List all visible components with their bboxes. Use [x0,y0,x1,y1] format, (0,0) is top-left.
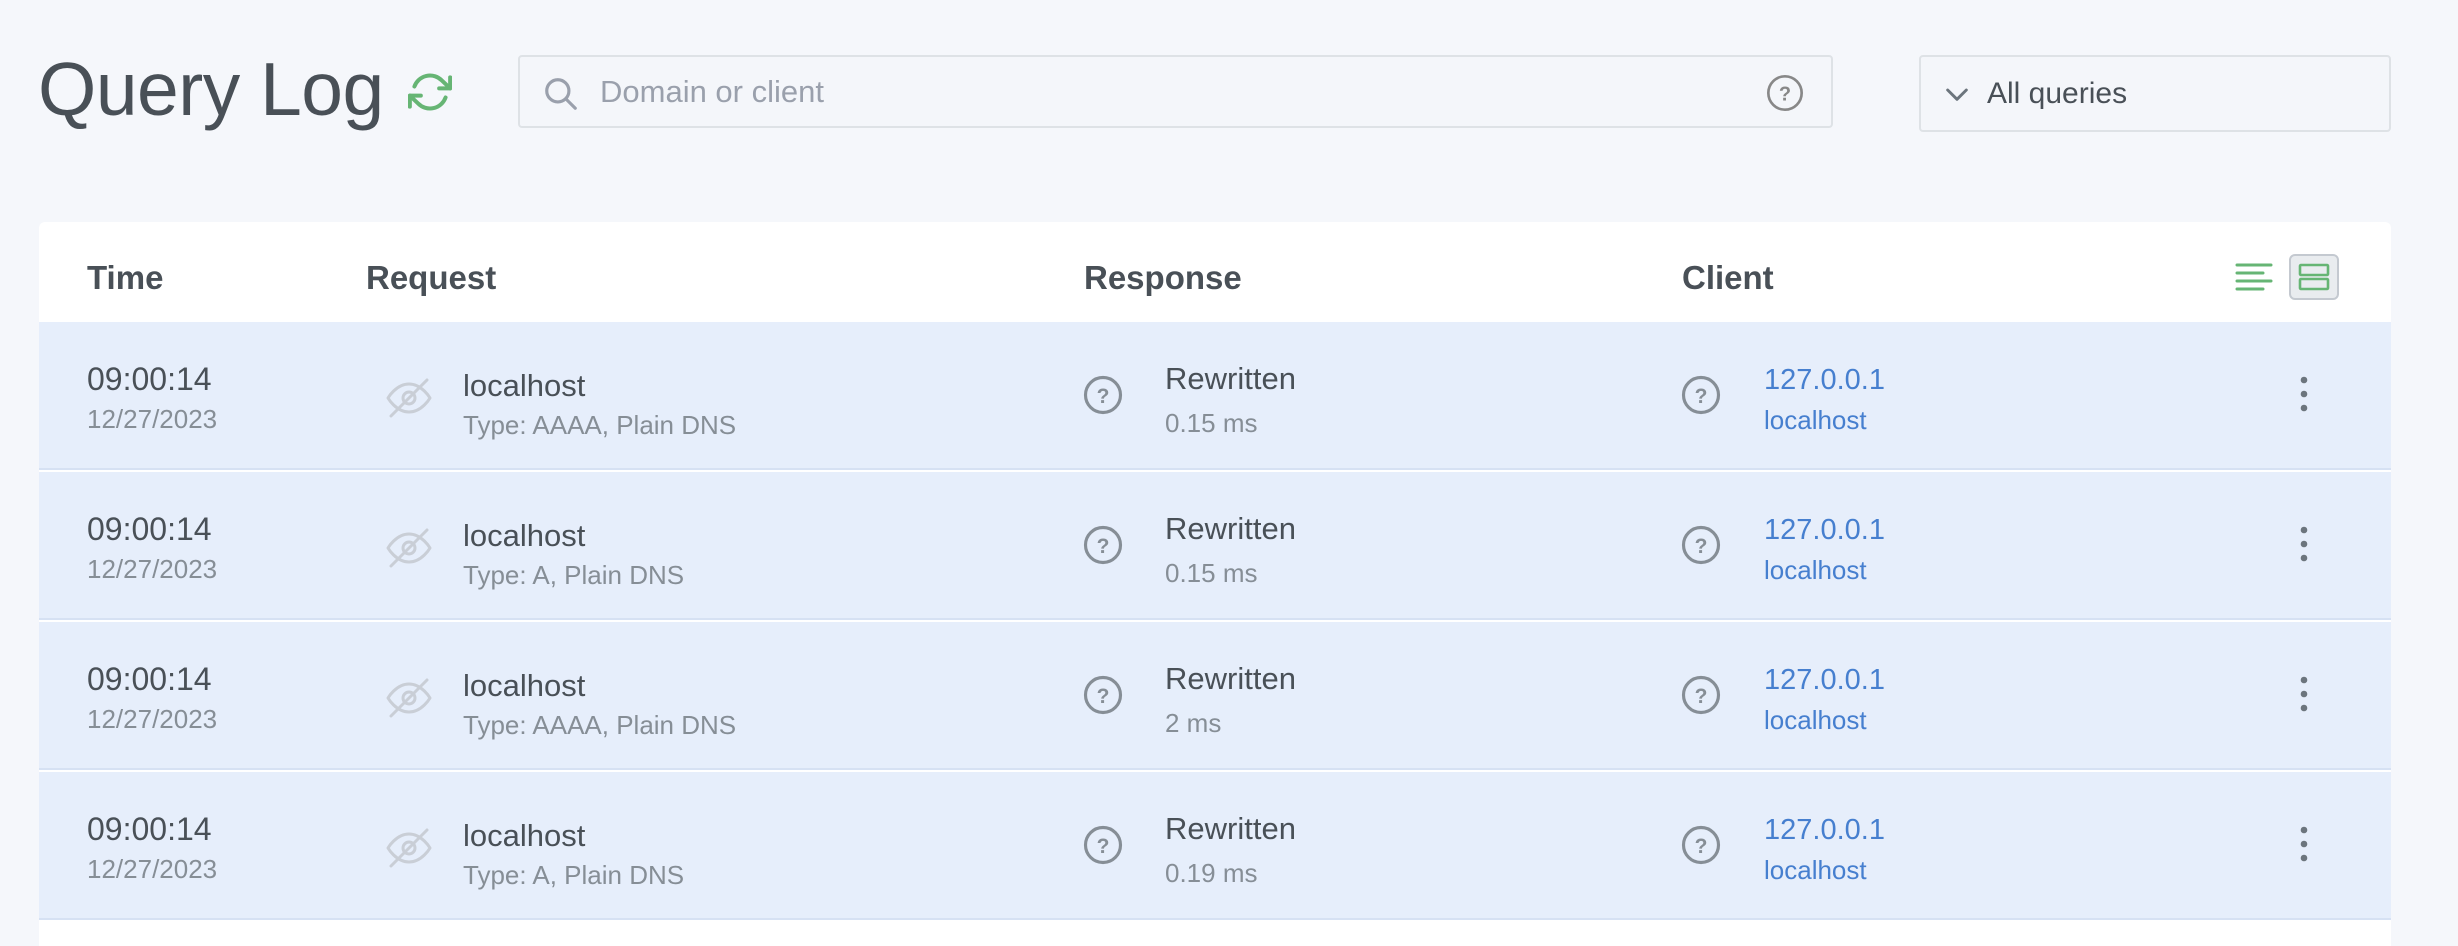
client-name-link[interactable]: localhost [1764,404,1867,436]
help-circle-icon[interactable]: ? [1082,524,1124,566]
response-status: Rewritten [1165,511,1296,546]
response-status: Rewritten [1165,811,1296,846]
help-circle-icon[interactable]: ? [1680,824,1722,866]
help-circle-icon[interactable]: ? [1082,824,1124,866]
request-type: Type: AAAA, Plain DNS [463,710,737,740]
search-box: ? [518,55,1833,128]
svg-text:?: ? [1097,685,1110,708]
table-row[interactable]: 09:00:14 12/27/2023 localhost Type: A, P… [39,472,2391,620]
row-time: 09:00:14 [87,811,212,847]
column-header-time[interactable]: Time [87,258,163,298]
page-header: Query Log ? All queries [0,0,2458,190]
more-vertical-icon [2300,376,2308,412]
query-log-table: Time Request Response Client 09:00:14 12… [39,222,2391,946]
default-view-icon [2298,263,2330,291]
help-circle-icon[interactable]: ? [1765,73,1805,113]
request-type: Type: AAAA, Plain DNS [463,410,737,440]
eye-off-icon [386,528,432,568]
table-row[interactable]: 09:00:14 12/27/2023 localhost Type: AAAA… [39,622,2391,770]
row-actions-button[interactable] [2289,368,2319,420]
client-name-link[interactable]: localhost [1764,704,1867,736]
row-actions-button[interactable] [2289,818,2319,870]
refresh-button[interactable] [404,66,456,118]
help-circle-icon[interactable]: ? [1680,524,1722,566]
svg-text:?: ? [1097,385,1110,408]
help-circle-icon[interactable]: ? [1680,674,1722,716]
row-time: 09:00:14 [87,361,212,397]
client-name-link[interactable]: localhost [1764,554,1867,586]
help-circle-icon[interactable]: ? [1680,374,1722,416]
request-type: Type: A, Plain DNS [463,860,685,890]
row-date: 12/27/2023 [87,854,218,884]
client-ip-link[interactable]: 127.0.0.1 [1764,362,1885,398]
response-elapsed: 0.19 ms [1165,858,1258,888]
filter-selected-label: All queries [1987,76,2128,110]
default-view-button[interactable] [2289,254,2339,300]
column-header-response[interactable]: Response [1084,258,1242,298]
row-actions-button[interactable] [2289,668,2319,720]
response-elapsed: 0.15 ms [1165,408,1258,438]
eye-off-icon [386,378,432,418]
client-ip-link[interactable]: 127.0.0.1 [1764,512,1885,548]
column-header-request[interactable]: Request [366,258,496,298]
svg-text:?: ? [1695,685,1708,708]
compact-view-icon [2235,263,2273,291]
response-status: Rewritten [1165,361,1296,396]
row-date: 12/27/2023 [87,404,218,434]
page-title: Query Log [38,47,384,131]
response-status: Rewritten [1165,661,1296,696]
request-domain: localhost [463,818,586,853]
request-domain: localhost [463,668,586,703]
eye-off-icon [386,678,432,718]
svg-text:?: ? [1097,535,1110,558]
svg-text:?: ? [1779,84,1791,106]
response-elapsed: 2 ms [1165,708,1222,738]
eye-off-icon [386,828,432,868]
request-type: Type: A, Plain DNS [463,560,685,590]
chevron-down-icon [1946,88,1968,101]
svg-text:?: ? [1695,535,1708,558]
column-header-client[interactable]: Client [1682,258,1774,298]
query-filter-select[interactable]: All queries [1919,55,2391,132]
help-circle-icon[interactable]: ? [1082,374,1124,416]
request-domain: localhost [463,368,586,403]
row-time: 09:00:14 [87,511,212,547]
client-ip-link[interactable]: 127.0.0.1 [1764,662,1885,698]
row-date: 12/27/2023 [87,704,218,734]
compact-view-button[interactable] [2229,254,2279,300]
more-vertical-icon [2300,526,2308,562]
row-date: 12/27/2023 [87,554,218,584]
view-toggle [2229,254,2339,300]
more-vertical-icon [2300,826,2308,862]
svg-text:?: ? [1695,835,1708,858]
svg-text:?: ? [1695,385,1708,408]
more-vertical-icon [2300,676,2308,712]
row-actions-button[interactable] [2289,518,2319,570]
search-input[interactable] [600,57,1720,126]
row-time: 09:00:14 [87,661,212,697]
table-row[interactable]: 09:00:14 12/27/2023 localhost Type: A, P… [39,772,2391,920]
table-row[interactable]: 09:00:14 12/27/2023 localhost Type: AAAA… [39,322,2391,470]
client-ip-link[interactable]: 127.0.0.1 [1764,812,1885,848]
request-domain: localhost [463,518,586,553]
refresh-icon [408,73,452,111]
search-icon [545,78,577,110]
response-elapsed: 0.15 ms [1165,558,1258,588]
svg-text:?: ? [1097,835,1110,858]
table-header: Time Request Response Client [39,222,2391,322]
help-circle-icon[interactable]: ? [1082,674,1124,716]
client-name-link[interactable]: localhost [1764,854,1867,886]
